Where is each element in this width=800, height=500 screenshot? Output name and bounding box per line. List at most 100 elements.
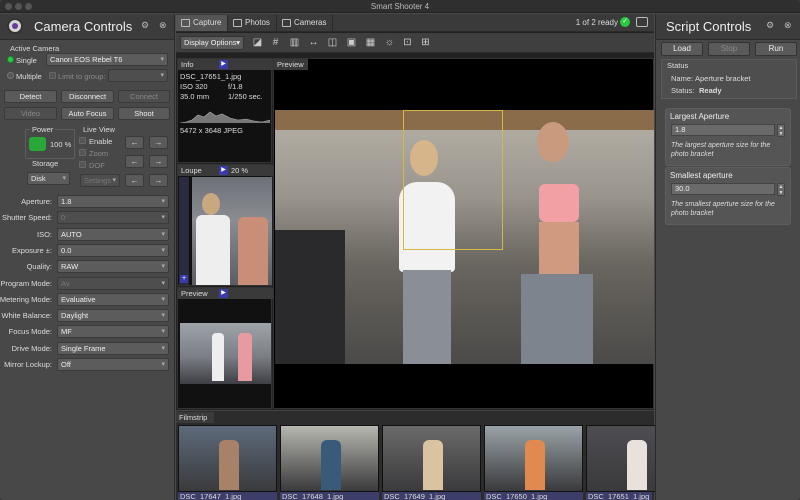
brightness-icon[interactable]: ☼ <box>384 37 395 48</box>
name-label: Name: <box>671 74 694 83</box>
setting-select[interactable]: Off ▾ <box>57 358 169 371</box>
fit-width-icon[interactable]: ↔ <box>308 37 319 48</box>
chevron-down-icon: ▾ <box>161 214 165 221</box>
loupe-focus-frame[interactable] <box>403 110 503 250</box>
group-select[interactable]: ▾ <box>108 69 168 82</box>
info-iso: ISO 320 <box>180 82 208 91</box>
title-bar: Smart Shooter 4 <box>0 0 800 13</box>
setting-select[interactable]: MF ▾ <box>57 325 169 338</box>
zoom-checkbox[interactable] <box>79 149 86 156</box>
main-preview-header: Preview <box>274 59 308 70</box>
filmstrip-thumbnail[interactable] <box>382 425 481 492</box>
checker-icon[interactable]: ▦ <box>365 37 376 48</box>
setting-select[interactable]: AUTO ▾ <box>57 228 169 241</box>
filmstrip-thumbnail[interactable] <box>280 425 379 492</box>
largest-aperture-stepper[interactable]: ▲ ▼ <box>777 124 785 137</box>
play-icon[interactable]: ▶ <box>219 289 228 298</box>
stop-button[interactable]: Stop <box>708 42 750 56</box>
smallest-aperture-stepper[interactable]: ▲ ▼ <box>777 183 785 196</box>
camera-overlay-icon[interactable]: ◫ <box>327 37 338 48</box>
enable-checkbox[interactable] <box>79 137 86 144</box>
focus-points-icon[interactable]: ⊞ <box>420 37 431 48</box>
overlay-icon[interactable]: ▣ <box>346 37 357 48</box>
settings-icon[interactable]: ⚙ <box>141 20 149 31</box>
setting-select[interactable]: Av ▾ <box>57 277 169 290</box>
setting-select[interactable]: RAW ▾ <box>57 260 169 273</box>
chevron-down-icon: ▾ <box>160 56 164 63</box>
setting-select[interactable]: Daylight ▾ <box>57 309 169 322</box>
small-preview-image <box>180 323 271 384</box>
small-preview-panel: Preview ▶ <box>177 287 273 409</box>
setting-value: Single Frame <box>61 344 106 353</box>
info-filename: DSC_17651_1.jpg <box>180 72 242 81</box>
close-panel-icon[interactable]: ⊗ <box>159 20 167 31</box>
tab-capture[interactable]: Capture <box>176 15 229 31</box>
tab-bar: Capture Photos Cameras 1 of 2 ready ✓ <box>176 14 654 32</box>
exposure-icon[interactable]: ◪ <box>252 37 263 48</box>
ready-status: 1 of 2 ready <box>575 18 618 27</box>
chevron-down-icon: ▾ <box>161 296 165 303</box>
chevron-down-icon: ▾ <box>161 328 165 335</box>
chevron-down-icon: ▾ <box>62 175 66 182</box>
storage-select[interactable]: Disk ▾ <box>27 172 70 185</box>
load-button[interactable]: Load <box>661 42 703 56</box>
tab-photos[interactable]: Photos <box>228 15 277 31</box>
smallest-aperture-field[interactable]: 30.0 <box>671 183 775 195</box>
close-panel-icon[interactable]: ⊗ <box>784 20 792 31</box>
single-radio[interactable] <box>7 56 14 63</box>
play-icon[interactable]: ▶ <box>219 60 228 69</box>
histogram-icon[interactable]: ▥ <box>289 37 300 48</box>
setting-select[interactable]: 0.0 ▾ <box>57 244 169 257</box>
thumbnail-figure <box>627 440 647 490</box>
shoot-button[interactable]: Shoot <box>118 107 170 120</box>
setting-label: Program Mode: <box>0 279 52 288</box>
camera-select[interactable]: Canon EOS Rebel T6 ▾ <box>46 53 168 66</box>
auto-focus-button[interactable]: Auto Focus <box>61 107 114 120</box>
tab-cameras[interactable]: Cameras <box>277 15 334 31</box>
focus-left-button[interactable]: ← <box>125 136 144 149</box>
disconnect-button[interactable]: Disconnect <box>61 90 114 103</box>
camera-icon[interactable] <box>636 17 648 27</box>
setting-select[interactable]: Evaluative ▾ <box>57 293 169 306</box>
zoom-in-icon[interactable]: + <box>180 275 188 283</box>
smallest-aperture-help: The smallest aperture size for the photo… <box>671 201 775 217</box>
dof-checkbox[interactable] <box>79 161 86 168</box>
focus-left2-button[interactable]: ← <box>125 155 144 168</box>
loupe-figure-head <box>202 193 220 215</box>
focus-left3-button[interactable]: ← <box>125 174 144 187</box>
grid-icon[interactable]: # <box>270 37 281 48</box>
focus-right-button[interactable]: → <box>149 136 168 149</box>
crop-icon[interactable]: ⊡ <box>402 37 413 48</box>
setting-label: Mirror Lockup: <box>4 360 52 369</box>
largest-aperture-field[interactable]: 1.8 <box>671 124 775 136</box>
chevron-down-icon: ▾ <box>161 345 165 352</box>
run-button[interactable]: Run <box>755 42 797 56</box>
setting-value: 0.0 <box>61 246 72 255</box>
focus-right3-button[interactable]: → <box>149 174 168 187</box>
focus-right2-button[interactable]: → <box>149 155 168 168</box>
multiple-radio[interactable] <box>7 72 14 79</box>
loupe-zoom-slider[interactable]: + <box>179 177 189 285</box>
setting-label: Aperture: <box>21 197 52 206</box>
setting-label: Quality: <box>26 262 52 271</box>
connect-button[interactable]: Connect <box>118 90 170 103</box>
multiple-label: Multiple <box>16 72 42 81</box>
filmstrip-caption: DSC_17651_1.jpg <box>586 492 652 500</box>
filmstrip-thumbnail[interactable] <box>178 425 277 492</box>
video-button[interactable]: Video <box>4 107 57 120</box>
liveview-settings-select[interactable]: Settings ▾ <box>80 174 120 187</box>
setting-select[interactable]: 1.8 ▾ <box>57 195 169 208</box>
camera-controls-header: Camera Controls ⚙ ⊗ <box>0 14 174 40</box>
setting-select[interactable]: 0 ▾ <box>57 211 169 224</box>
woman-right-torso <box>539 222 579 274</box>
play-icon[interactable]: ▶ <box>219 166 228 175</box>
setting-label: Shutter Speed: <box>1 213 52 222</box>
limit-group-checkbox[interactable] <box>49 72 56 79</box>
display-options-select[interactable]: Display Options ▾ <box>180 36 244 50</box>
settings-icon[interactable]: ⚙ <box>766 20 774 31</box>
setting-select[interactable]: Single Frame ▾ <box>57 342 169 355</box>
filmstrip-thumbnail[interactable] <box>484 425 583 492</box>
main-preview-title: Preview <box>277 60 304 69</box>
filmstrip-caption: DSC_17648_1.jpg <box>280 492 379 500</box>
detect-button[interactable]: Detect <box>4 90 57 103</box>
